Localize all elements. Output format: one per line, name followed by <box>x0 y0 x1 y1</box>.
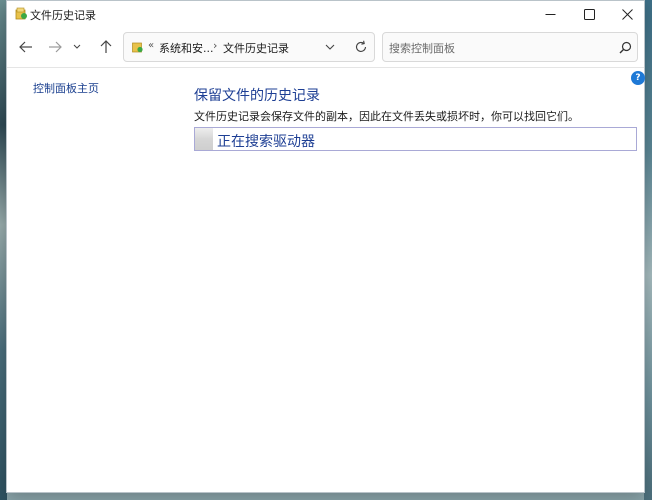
minimize-button[interactable] <box>530 1 570 27</box>
minimize-icon <box>545 13 555 15</box>
control-panel-home-link[interactable]: 控制面板主页 <box>33 80 99 96</box>
breadcrumb-separator[interactable]: › <box>213 39 217 52</box>
control-panel-folder-icon <box>132 42 143 53</box>
help-icon[interactable]: ? <box>631 71 645 85</box>
title-bar[interactable]: 文件历史记录 <box>7 1 644 27</box>
file-history-window: 文件历史记录 « 系统和安... › 文件历史记录 搜索控制面板 控制面板主页 … <box>6 0 645 493</box>
arrow-right-icon <box>49 41 62 53</box>
arrow-up-icon <box>100 40 112 53</box>
close-icon <box>621 8 633 20</box>
refresh-icon[interactable] <box>354 40 368 54</box>
status-text: 正在搜索驱动器 <box>217 134 315 150</box>
search-input[interactable] <box>389 39 609 57</box>
window-title: 文件历史记录 <box>30 9 96 22</box>
maximize-icon <box>583 8 595 20</box>
breadcrumb-file-history[interactable]: 文件历史记录 <box>223 40 289 56</box>
chevron-down-icon[interactable] <box>324 41 336 53</box>
search-icon[interactable] <box>619 41 632 54</box>
forward-button[interactable] <box>44 36 66 58</box>
page-description: 文件历史记录会保存文件的副本，因此在文件丢失或损坏时，你可以找回它们。 <box>194 110 579 123</box>
maximize-button[interactable] <box>569 1 609 27</box>
search-box[interactable] <box>382 32 638 62</box>
address-bar[interactable]: « 系统和安... › 文件历史记录 <box>123 32 375 62</box>
desktop-background-right <box>644 0 652 500</box>
address-overflow-indicator[interactable]: « <box>148 40 154 51</box>
file-history-app-icon <box>15 7 27 20</box>
breadcrumb-system-security[interactable]: 系统和安... <box>159 40 214 56</box>
close-button[interactable] <box>607 1 647 27</box>
page-title: 保留文件的历史记录 <box>194 88 320 104</box>
arrow-left-icon <box>19 41 32 53</box>
navigation-bar: « 系统和安... › 文件历史记录 <box>7 27 644 67</box>
status-box: 正在搜索驱动器 <box>194 127 637 151</box>
search-progress-bar <box>195 128 213 150</box>
up-button[interactable] <box>95 36 117 58</box>
chevron-down-icon <box>73 44 81 49</box>
sidebar: 控制面板主页 <box>7 68 192 493</box>
recent-locations-button[interactable] <box>69 36 85 58</box>
back-button[interactable] <box>15 36 37 58</box>
